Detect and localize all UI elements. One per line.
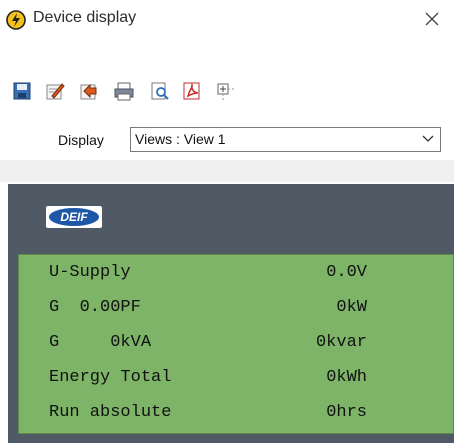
display-label: Display bbox=[58, 132, 104, 148]
lightning-icon bbox=[6, 10, 26, 30]
lcd-row-label: G 0.00PF bbox=[49, 298, 141, 317]
deif-logo: DEIF bbox=[46, 206, 102, 228]
lcd-row: G 0.00PF 0kW bbox=[19, 298, 454, 328]
lcd-row-label: Energy Total bbox=[49, 368, 172, 387]
lcd-row-value: 0hrs bbox=[326, 403, 367, 422]
print-icon[interactable] bbox=[113, 80, 135, 102]
window-title: Device display bbox=[33, 9, 137, 26]
lcd-row-label: U-Supply bbox=[49, 263, 131, 282]
lcd-row: G 0kVA 0kvar bbox=[19, 333, 454, 363]
lcd-row: Energy Total 0kWh bbox=[19, 368, 454, 398]
lcd-row-label: Run absolute bbox=[49, 403, 172, 422]
edit-icon[interactable] bbox=[44, 80, 66, 102]
chevron-down-icon bbox=[422, 135, 434, 142]
compare-icon[interactable] bbox=[78, 80, 100, 102]
lcd-row-value: 0.0V bbox=[326, 263, 367, 282]
lcd-row-value: 0kvar bbox=[315, 333, 367, 352]
lcd-row-value: 0kW bbox=[336, 298, 367, 317]
close-icon bbox=[425, 12, 439, 26]
print-preview-icon[interactable] bbox=[149, 80, 171, 102]
display-select[interactable]: Views : View 1 bbox=[130, 127, 441, 152]
close-button[interactable] bbox=[418, 6, 446, 32]
title-bar: Device display bbox=[0, 0, 454, 38]
separator-strip bbox=[0, 160, 454, 182]
save-icon[interactable] bbox=[11, 80, 33, 102]
lcd-row: Run absolute 0hrs bbox=[19, 403, 454, 433]
lcd-screen: U-Supply 0.0V G 0.00PF 0kW G 0kVA 0kvar … bbox=[18, 254, 454, 434]
svg-text:DEIF: DEIF bbox=[60, 210, 88, 224]
lcd-row-label: G 0kVA bbox=[49, 333, 152, 352]
zoom-icon[interactable] bbox=[214, 80, 236, 102]
display-select-value: Views : View 1 bbox=[135, 131, 226, 147]
lcd-row-value: 0kWh bbox=[326, 368, 367, 387]
lcd-row: U-Supply 0.0V bbox=[19, 263, 454, 293]
export-pdf-icon[interactable] bbox=[181, 80, 203, 102]
